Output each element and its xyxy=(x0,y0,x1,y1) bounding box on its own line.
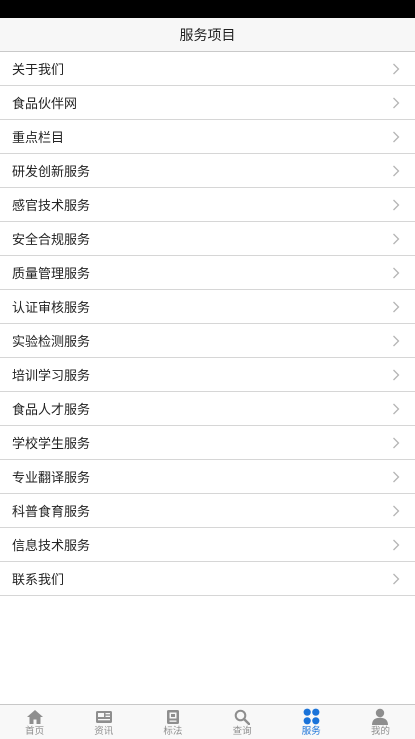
menu-item-label: 质量管理服务 xyxy=(12,267,91,282)
menu-item-label: 实验检测服务 xyxy=(12,335,91,350)
chevron-right-icon xyxy=(389,266,403,280)
tab-services[interactable]: 服务 xyxy=(277,705,346,739)
menu-item-label: 联系我们 xyxy=(12,573,65,588)
tab-query[interactable]: 查询 xyxy=(208,705,277,739)
menu-item-sensory-tech[interactable]: 感官技术服务 xyxy=(0,188,415,222)
menu-item-label: 信息技术服务 xyxy=(12,539,91,554)
user-icon xyxy=(371,708,389,725)
chevron-right-icon xyxy=(389,538,403,552)
menu-item-food-talent[interactable]: 食品人才服务 xyxy=(0,392,415,426)
menu-item-contact-us[interactable]: 联系我们 xyxy=(0,562,415,596)
menu-item-label: 关于我们 xyxy=(12,63,65,78)
menu-item-label: 认证审核服务 xyxy=(12,301,91,316)
chevron-right-icon xyxy=(389,232,403,246)
menu-item-quality-management[interactable]: 质量管理服务 xyxy=(0,256,415,290)
menu-item-foodmate[interactable]: 食品伙伴网 xyxy=(0,86,415,120)
chevron-right-icon xyxy=(389,436,403,450)
menu-item-label: 感官技术服务 xyxy=(12,199,91,214)
tab-label: 资讯 xyxy=(94,726,114,737)
menu-item-school-students[interactable]: 学校学生服务 xyxy=(0,426,415,460)
chevron-right-icon xyxy=(389,300,403,314)
chevron-right-icon xyxy=(389,62,403,76)
chevron-right-icon xyxy=(389,572,403,586)
menu-item-label: 学校学生服务 xyxy=(12,437,91,452)
menu-item-certification-audit[interactable]: 认证审核服务 xyxy=(0,290,415,324)
grid-icon xyxy=(302,708,320,725)
chevron-right-icon xyxy=(389,130,403,144)
menu-item-safety-compliance[interactable]: 安全合规服务 xyxy=(0,222,415,256)
menu-item-key-columns[interactable]: 重点栏目 xyxy=(0,120,415,154)
menu-item-label: 培训学习服务 xyxy=(12,369,91,384)
tab-label: 我的 xyxy=(370,726,390,737)
tab-news[interactable]: 资讯 xyxy=(69,705,138,739)
menu-item-label: 专业翻译服务 xyxy=(12,471,91,486)
standard-book-icon xyxy=(164,708,182,725)
menu-item-it-services[interactable]: 信息技术服务 xyxy=(0,528,415,562)
search-icon xyxy=(233,708,251,725)
menu-item-science-education[interactable]: 科普食育服务 xyxy=(0,494,415,528)
chevron-right-icon xyxy=(389,368,403,382)
chevron-right-icon xyxy=(389,402,403,416)
menu-item-lab-testing[interactable]: 实验检测服务 xyxy=(0,324,415,358)
status-bar xyxy=(0,0,415,18)
menu-item-label: 重点栏目 xyxy=(12,131,65,146)
home-icon xyxy=(26,708,44,725)
tab-label: 标法 xyxy=(163,726,183,737)
menu-item-label: 食品人才服务 xyxy=(12,403,91,418)
chevron-right-icon xyxy=(389,504,403,518)
service-menu-list: 关于我们 食品伙伴网 重点栏目 研发创新服务 感官技术服务 安全合规服务 质量管… xyxy=(0,52,415,596)
tab-home[interactable]: 首页 xyxy=(0,705,69,739)
menu-item-translation[interactable]: 专业翻译服务 xyxy=(0,460,415,494)
bottom-tab-bar: 首页 资讯 标法 查询 服务 我的 xyxy=(0,704,415,739)
chevron-right-icon xyxy=(389,164,403,178)
menu-item-label: 研发创新服务 xyxy=(12,165,91,180)
menu-item-label: 科普食育服务 xyxy=(12,505,91,520)
tab-mine[interactable]: 我的 xyxy=(346,705,415,739)
chevron-right-icon xyxy=(389,198,403,212)
menu-item-label: 安全合规服务 xyxy=(12,233,91,248)
chevron-right-icon xyxy=(389,470,403,484)
menu-item-training[interactable]: 培训学习服务 xyxy=(0,358,415,392)
menu-item-rd-innovation[interactable]: 研发创新服务 xyxy=(0,154,415,188)
menu-item-label: 食品伙伴网 xyxy=(12,97,78,112)
tab-standards[interactable]: 标法 xyxy=(138,705,207,739)
nav-header: 服务项目 xyxy=(0,18,415,52)
tab-label: 首页 xyxy=(25,726,45,737)
menu-item-about-us[interactable]: 关于我们 xyxy=(0,52,415,86)
tab-label: 查询 xyxy=(232,726,252,737)
tab-label: 服务 xyxy=(301,726,321,737)
chevron-right-icon xyxy=(389,334,403,348)
page-title: 服务项目 xyxy=(179,27,236,44)
news-icon xyxy=(95,708,113,725)
chevron-right-icon xyxy=(389,96,403,110)
